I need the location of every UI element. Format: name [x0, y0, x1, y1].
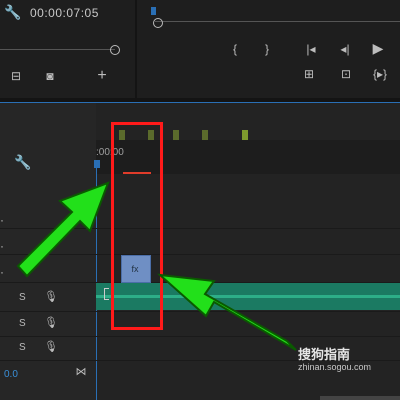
- watermark-brand: 搜狗指南: [298, 347, 351, 362]
- watermark-url: zhinan.sogou.com: [298, 362, 372, 372]
- arrow-to-playhead: [16, 181, 110, 278]
- annotation-arrows: [16, 181, 297, 351]
- arrow-to-clip: [156, 273, 297, 351]
